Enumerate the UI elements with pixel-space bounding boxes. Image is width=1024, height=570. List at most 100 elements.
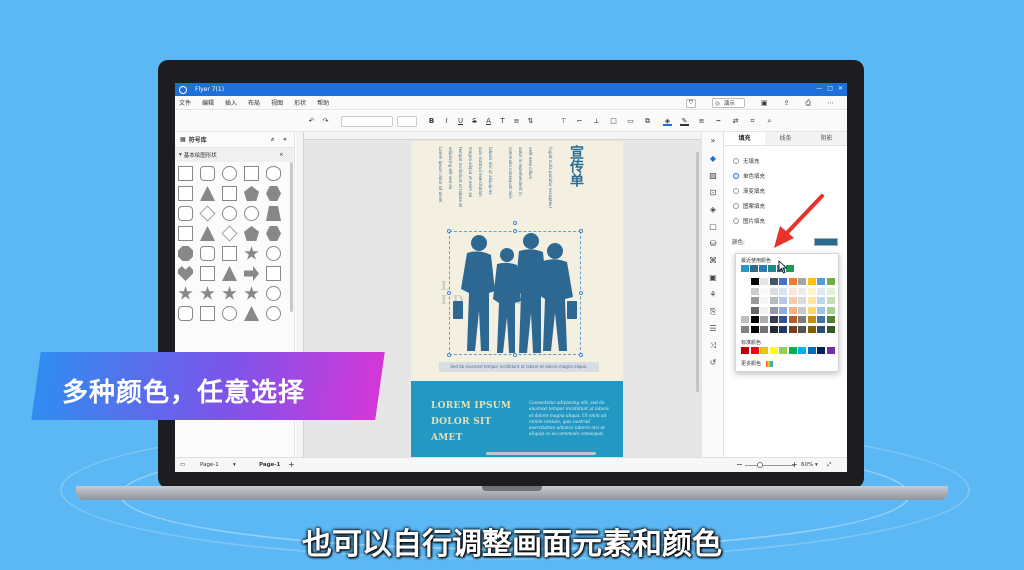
shape-trap[interactable] (266, 206, 281, 221)
theme-color-swatch[interactable] (779, 306, 787, 314)
fill-option-picture[interactable]: 图片填充 (733, 217, 765, 225)
fit-page-icon[interactable]: ⤢ (827, 462, 831, 469)
selection-handle[interactable] (579, 353, 583, 357)
theme-color-swatch[interactable] (750, 297, 759, 304)
shape-tri[interactable] (222, 266, 237, 281)
theme-color-swatch[interactable] (788, 316, 797, 323)
theme-color-swatch[interactable] (826, 297, 835, 304)
theme-color-swatch[interactable] (779, 297, 787, 304)
theme-color-swatch[interactable] (788, 325, 797, 333)
zoom-dropdown-icon[interactable]: ▾ (815, 462, 818, 468)
canvas-horizontal-scrollbar[interactable] (486, 452, 596, 455)
theme-color-swatch[interactable] (798, 316, 806, 323)
theme-color-swatch[interactable] (750, 316, 759, 323)
fill-option-solid[interactable]: 单色填充 (733, 172, 765, 180)
collapse-panel-icon[interactable]: « (283, 136, 287, 143)
more-colors-link[interactable]: 更多颜色 (741, 360, 773, 367)
theme-color-swatch[interactable] (826, 325, 835, 333)
chevron-down-icon[interactable]: ▾ (233, 462, 236, 468)
shape-rect[interactable] (200, 266, 215, 281)
shape-rect[interactable] (200, 306, 215, 321)
theme-color-swatch[interactable] (807, 306, 816, 314)
standard-color-swatch[interactable] (826, 347, 835, 354)
theme-color-swatch[interactable] (769, 306, 778, 314)
shape-arrow[interactable] (244, 266, 259, 281)
shape-circle[interactable] (222, 166, 237, 181)
shape-pent[interactable] (244, 226, 259, 241)
theme-color-swatch[interactable] (760, 316, 768, 323)
theme-color-swatch[interactable] (769, 325, 778, 333)
shape-star[interactable] (178, 286, 193, 300)
shape-oval[interactable] (266, 166, 281, 181)
theme-color-swatch[interactable] (750, 306, 759, 314)
hyperlink-icon[interactable]: ⌘ (708, 256, 718, 266)
theme-color-swatch[interactable] (807, 287, 816, 295)
theme-color-swatch[interactable] (807, 278, 816, 285)
arrange-icon[interactable]: ▭ (626, 117, 635, 126)
font-family-select[interactable] (341, 116, 393, 127)
theme-color-swatch[interactable] (817, 297, 825, 304)
shape-diamond[interactable] (221, 225, 238, 242)
shuffle-icon[interactable]: ⤨ (708, 341, 718, 351)
attachment-icon[interactable]: ⎘ (708, 307, 718, 317)
shape-pent[interactable] (244, 186, 259, 201)
shape-hex[interactable] (266, 226, 281, 241)
shape-circle[interactable] (266, 306, 281, 321)
connector-icon[interactable]: ⌐ (575, 117, 584, 126)
theme-color-swatch[interactable] (741, 287, 749, 295)
selection-handle[interactable] (513, 229, 517, 233)
search-icon[interactable]: ⌕ (765, 117, 774, 126)
text-format-icon[interactable]: T (498, 117, 507, 126)
canvas-vertical-scrollbar[interactable] (696, 152, 699, 392)
rotation-handle[interactable] (513, 221, 517, 225)
standard-color-swatch[interactable] (788, 347, 797, 354)
shape-icon[interactable]: □ (609, 117, 618, 126)
org-chart-icon[interactable]: ⚘ (708, 290, 718, 300)
theme-color-swatch[interactable] (769, 316, 778, 323)
shape-star[interactable] (244, 286, 259, 300)
standard-color-swatch[interactable] (750, 347, 759, 354)
close-icon[interactable]: ✕ (838, 85, 843, 92)
theme-color-swatch[interactable] (741, 316, 749, 323)
standard-color-swatch[interactable] (779, 347, 787, 354)
selection-handle[interactable] (579, 229, 583, 233)
present-button[interactable]: ◎ 演示 (712, 98, 745, 108)
theme-color-swatch[interactable] (779, 316, 787, 323)
recent-color-swatch[interactable] (768, 265, 776, 272)
text-box-icon[interactable]: ⊤ (559, 117, 568, 126)
theme-color-swatch[interactable] (807, 316, 816, 323)
theme-color-swatch[interactable] (779, 287, 787, 295)
theme-color-swatch[interactable] (750, 325, 759, 333)
theme-color-swatch[interactable] (760, 287, 768, 295)
undo-icon[interactable]: ↶ (307, 117, 316, 126)
shape-tri[interactable] (244, 306, 259, 321)
shape-square[interactable] (222, 246, 237, 261)
export-icon[interactable]: ⇪ (784, 99, 790, 107)
flyer-footer-banner[interactable]: LOREM IPSUM DOLOR SIT AMET Consectetur a… (411, 381, 623, 457)
theme-color-swatch[interactable] (807, 297, 816, 304)
minimize-icon[interactable]: — (816, 85, 822, 92)
italic-icon[interactable]: I (442, 117, 451, 126)
redo-icon[interactable]: ↷ (321, 117, 330, 126)
history-icon[interactable]: ↺ (708, 358, 718, 368)
theme-color-swatch[interactable] (760, 306, 768, 314)
expand-panel-icon[interactable]: » (708, 136, 718, 146)
shape-circle[interactable] (222, 306, 237, 321)
text-direction-icon[interactable]: ⇅ (526, 117, 535, 126)
line-style-icon[interactable]: ⟂ (592, 117, 601, 126)
standard-color-swatch[interactable] (769, 347, 778, 354)
line-weight-icon[interactable]: ≡ (697, 117, 706, 126)
font-size-select[interactable] (397, 116, 417, 127)
fill-style-icon[interactable]: ◆ (708, 154, 718, 164)
theme-color-swatch[interactable] (798, 287, 806, 295)
theme-color-swatch[interactable] (741, 306, 749, 314)
theme-color-swatch[interactable] (817, 287, 825, 295)
flyer-page[interactable]: Lorem ipsum dolor sit amet consectetur a… (411, 141, 623, 457)
theme-color-swatch[interactable] (760, 325, 768, 333)
theme-color-swatch[interactable] (826, 278, 835, 285)
recent-color-swatch[interactable] (741, 265, 749, 272)
shape-star[interactable] (244, 246, 259, 260)
theme-color-swatch[interactable] (750, 278, 759, 285)
shape-rect[interactable] (178, 166, 193, 181)
shape-round[interactable] (178, 206, 193, 221)
